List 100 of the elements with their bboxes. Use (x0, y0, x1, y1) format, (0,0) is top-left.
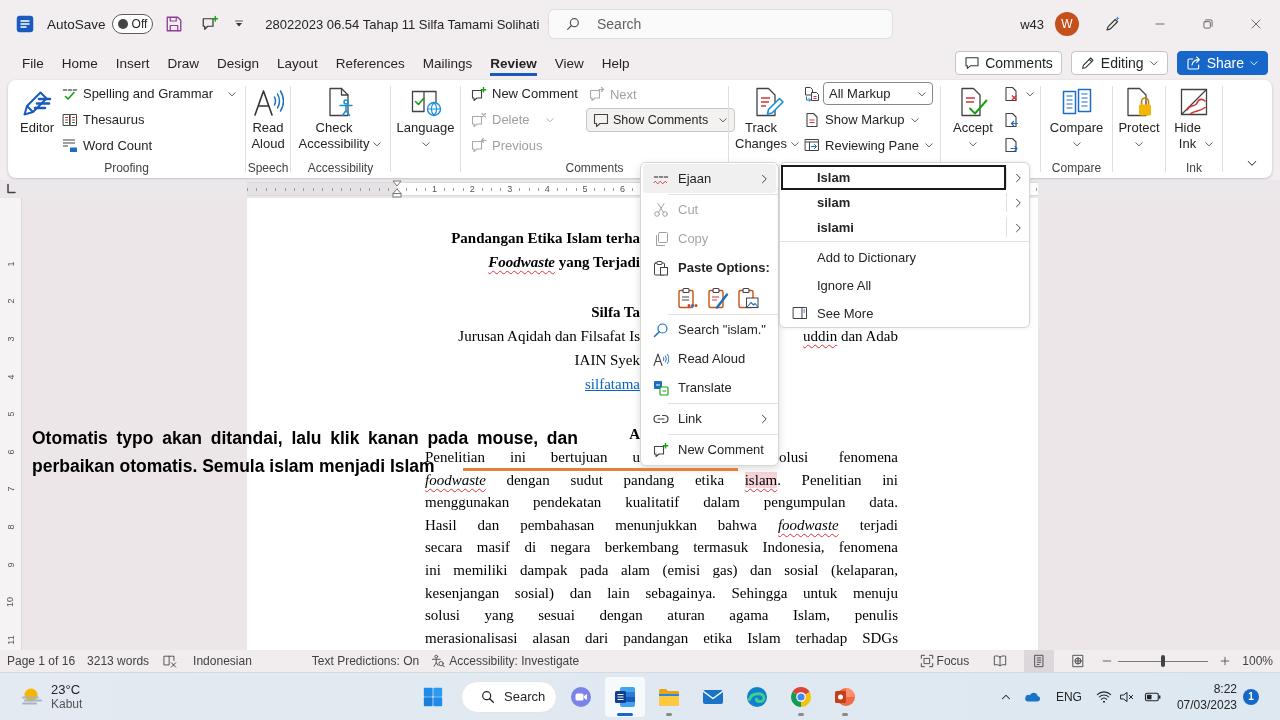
thesaurus-button[interactable]: Thesaurus (57, 106, 242, 133)
menu-tab[interactable]: Draw (158, 48, 209, 78)
zoom-level[interactable]: 100% (1242, 654, 1273, 668)
clipboard-picture-icon[interactable] (737, 286, 759, 309)
menu-item[interactable]: See More (780, 299, 1029, 327)
show-markup-button[interactable]: Show Markup (802, 106, 936, 133)
globe-page-icon (1071, 654, 1086, 668)
caret-down-icon (420, 139, 431, 149)
menu-tab[interactable]: View (545, 48, 593, 78)
close-icon[interactable] (1249, 17, 1263, 31)
clipboard-brush-icon[interactable] (707, 286, 729, 309)
menu-item[interactable]: Read Aloud (643, 344, 776, 373)
clock-time[interactable]: 8:22 (1213, 680, 1237, 697)
text-predictions-status[interactable]: Text Predictions: On (311, 654, 420, 668)
menu-item[interactable]: Link (643, 404, 776, 433)
book-x-icon[interactable] (163, 654, 178, 668)
reviewing-pane-button[interactable]: Reviewing Pane (802, 132, 936, 158)
menu-tab[interactable]: Layout (268, 48, 327, 78)
hide-ink-button[interactable]: Hide Ink (1170, 80, 1218, 152)
menu-item[interactable]: New Comment (643, 435, 776, 464)
pen-sparkle-icon[interactable] (1104, 15, 1122, 33)
language-status[interactable]: Indonesian (193, 654, 252, 668)
compare-button[interactable]: Compare (1045, 80, 1108, 149)
editing-button[interactable]: Editing (1070, 51, 1168, 75)
indent-marker-icon[interactable] (392, 180, 402, 198)
account-avatar[interactable]: W (1055, 12, 1079, 36)
document-x-icon[interactable] (1002, 85, 1019, 102)
read-aloud-button[interactable]: Read Aloud (247, 80, 289, 152)
menu-tab[interactable]: File (13, 48, 53, 78)
menu-tab[interactable]: Design (208, 48, 269, 78)
new-comment-button[interactable]: New Comment (467, 81, 582, 107)
page-count[interactable]: Page 1 of 16 (7, 654, 76, 668)
protect-button[interactable]: Protect (1114, 80, 1164, 149)
zoom-slider-thumb[interactable] (1161, 655, 1166, 667)
tab-stop-icon[interactable] (5, 183, 17, 195)
markup-dropdown[interactable]: All Markup (823, 82, 934, 106)
comment-icon (592, 112, 609, 128)
menu-item[interactable]: Ejaan (643, 164, 776, 193)
search-field[interactable]: Search (548, 9, 893, 39)
share-icon (1185, 55, 1202, 71)
document-arrow-right-icon[interactable] (1002, 137, 1019, 154)
caret-down-icon (718, 115, 729, 125)
document-icon (804, 111, 821, 128)
comments-button[interactable]: Comments (955, 51, 1062, 75)
show-comments-button[interactable]: Show Comments (585, 108, 736, 132)
search-icon (653, 321, 669, 338)
save-icon[interactable] (165, 15, 184, 33)
focus-button[interactable]: Focus (919, 654, 970, 668)
spelling-grammar-button[interactable]: Spelling and Grammar (57, 81, 242, 107)
section-heading: A (629, 425, 640, 444)
plus-icon[interactable] (1220, 656, 1231, 666)
ruler-number: 6 (619, 184, 627, 194)
suggestion-item[interactable]: Islam (781, 165, 1006, 190)
word-count[interactable]: 3213 words (87, 654, 150, 668)
comment-plus-icon[interactable] (201, 15, 220, 33)
editor-button[interactable]: Editor (16, 80, 58, 136)
suggestion-item[interactable]: silam (781, 190, 1006, 215)
menu-tab[interactable]: References (326, 48, 414, 78)
menu-tab[interactable]: Help (592, 48, 639, 78)
scissors-icon (653, 201, 669, 218)
menu-item[interactable]: Ignore All (780, 271, 1029, 299)
email-link[interactable]: silfatama (585, 372, 640, 396)
language-button[interactable]: Language (392, 80, 459, 149)
menu-tab[interactable]: Insert (106, 48, 159, 78)
accept-button[interactable]: Accept (949, 80, 997, 149)
share-button[interactable]: Share (1176, 51, 1268, 75)
track-changes-button[interactable]: Track Changes (733, 80, 803, 152)
caret-down-icon (1249, 58, 1259, 68)
document-arrow-left-icon[interactable] (1002, 111, 1019, 128)
view-button[interactable] (1024, 650, 1055, 672)
check-accessibility-button[interactable]: Check Accessibility (294, 80, 387, 152)
clock-date[interactable]: 07/03/2023 (1176, 696, 1237, 713)
word-count-button[interactable]: Word Count (57, 132, 242, 158)
four-squares-icon[interactable] (422, 685, 444, 708)
wifi-icon[interactable] (1095, 688, 1112, 705)
account-name[interactable]: w43 (1020, 16, 1044, 32)
suggestion-item[interactable]: islami (781, 215, 1006, 240)
clipboard-dots-icon[interactable] (677, 286, 699, 309)
accessibility-status[interactable]: Accessibility: Investigate (449, 654, 580, 668)
menu-item[interactable]: Add to Dictionary (780, 243, 1029, 271)
taskbar-search-button[interactable]: Search (461, 680, 557, 713)
menu-item[interactable]: Search "islam." (643, 315, 776, 344)
comment-arrow-icon (471, 137, 487, 154)
app-icon[interactable] (16, 15, 34, 33)
menu-tab[interactable]: Mailings (413, 48, 482, 78)
menu-item[interactable]: Translate (643, 373, 776, 402)
ruler-number: 6 (5, 449, 16, 455)
person-magnifier-icon[interactable] (431, 654, 446, 668)
autosave-toggle[interactable]: Off (111, 14, 154, 34)
document-title[interactable]: 28022023 06.54 Tahap 11 Silfa Tamami Solihati (265, 16, 540, 32)
taskbar-app-button[interactable] (605, 676, 645, 717)
restore-icon[interactable] (1201, 17, 1215, 31)
notification-badge[interactable]: 1 (1243, 688, 1259, 705)
menu-tab[interactable]: Home (52, 48, 107, 78)
input-language[interactable]: ENG (1055, 689, 1082, 704)
document-title: Pandangan Etika Islam terha Foodwaste yang Terjadi (451, 229, 640, 272)
weather-temperature[interactable]: 23°C (51, 681, 83, 697)
ruler-number: 11 (5, 635, 16, 645)
comment-arrow-icon (588, 86, 605, 102)
weather-condition[interactable]: Kabut (51, 696, 83, 712)
